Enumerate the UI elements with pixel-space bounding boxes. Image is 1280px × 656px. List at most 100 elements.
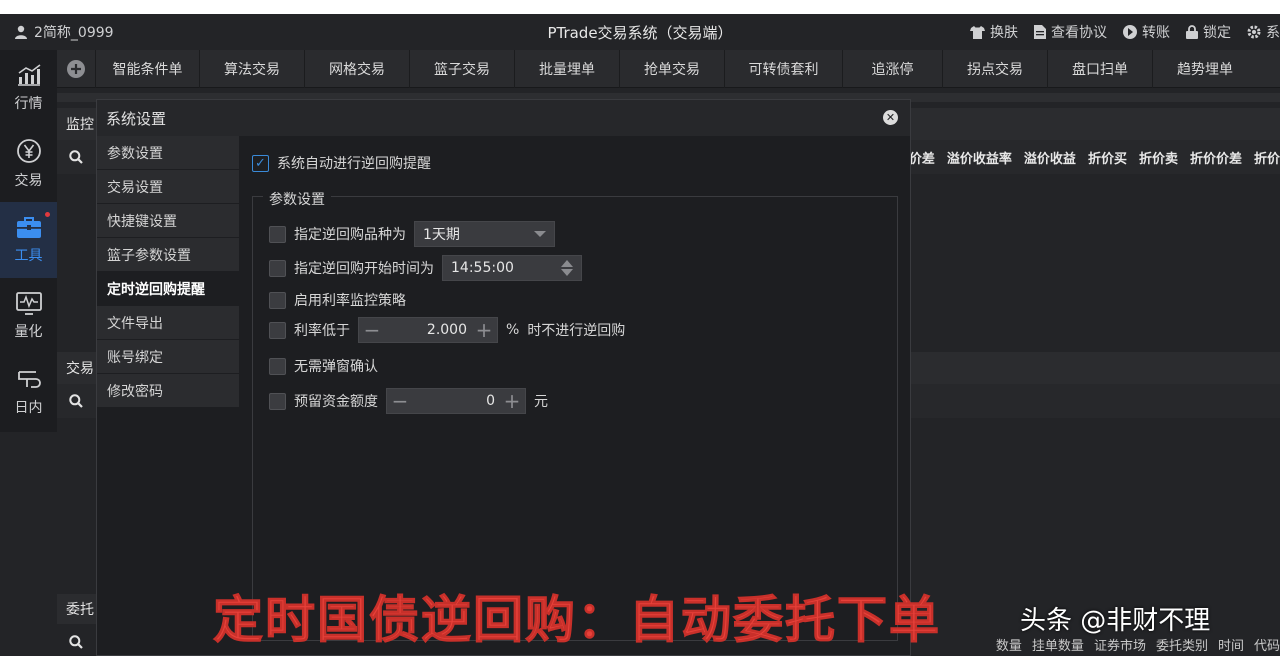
tab-convertible-arbitrage[interactable]: 可转债套利 (724, 49, 842, 88)
nav-item-tools[interactable]: 工具 (0, 202, 57, 278)
dialog-header: 系统设置 ✕ (97, 100, 910, 136)
column-header[interactable]: 数量 (996, 635, 1022, 654)
tab-trend-order[interactable]: 趋势埋单 (1152, 49, 1257, 88)
repo-type-select[interactable]: 1天期 (414, 221, 555, 247)
column-header[interactable]: 溢价收益 (1024, 148, 1076, 167)
left-nav: 行情 交易 工具 量化 日内 (0, 50, 57, 432)
reserve-checkbox[interactable] (269, 392, 286, 410)
column-header[interactable]: 委托类别 (1156, 635, 1208, 654)
tools-toolbar: 智能条件单 算法交易 网格交易 篮子交易 批量埋单 抢单交易 可转债套利 追涨停… (57, 49, 1280, 88)
auto-reverse-repo-checkbox[interactable]: ✓ (252, 154, 269, 172)
document-icon (1034, 25, 1046, 39)
params-group-title: 参数设置 (263, 189, 331, 209)
plus-circle-icon (67, 59, 85, 78)
title-actions: 换肤 查看协议 转账 锁定 系 (970, 14, 1280, 50)
tab-algo-trading[interactable]: 算法交易 (199, 49, 304, 88)
menu-item-trade[interactable]: 交易设置 (97, 170, 239, 204)
column-header[interactable]: 价差 (909, 148, 935, 167)
nav-item-market[interactable]: 行情 (0, 50, 57, 126)
yen-icon (16, 139, 41, 163)
tab-batch-order[interactable]: 批量埋单 (514, 49, 619, 88)
search-icon[interactable] (69, 635, 83, 649)
no-popup-row: 无需弹窗确认 (269, 356, 378, 376)
dialog-title: 系统设置 (106, 109, 167, 128)
view-agreement-button[interactable]: 查看协议 (1034, 22, 1107, 42)
tab-order-book-sweep[interactable]: 盘口扫单 (1047, 49, 1152, 88)
menu-item-account-binding[interactable]: 账号绑定 (97, 340, 239, 374)
intraday-icon (17, 371, 41, 388)
reserve-unit: 元 (534, 394, 548, 410)
menu-item-file-export[interactable]: 文件导出 (97, 306, 239, 340)
search-icon[interactable] (69, 150, 83, 164)
reserve-label: 预留资金额度 (294, 394, 378, 410)
tab-inflection-trading[interactable]: 拐点交易 (942, 49, 1047, 88)
reserve-stepper: − 0 + (386, 388, 526, 414)
plus-icon[interactable]: + (499, 389, 525, 413)
gear-icon (1247, 25, 1261, 39)
start-time-label: 指定逆回购开始时间为 (294, 261, 434, 277)
column-header[interactable]: 折价买 (1088, 148, 1127, 167)
tab-grid-trading[interactable]: 网格交易 (304, 49, 409, 88)
monitor-columns: 价差 溢价收益率 溢价收益 折价买 折价卖 折价价差 折价 (909, 140, 1280, 174)
nav-item-intraday[interactable]: 日内 (0, 354, 57, 430)
order-search-row (57, 628, 97, 656)
tab-rush-order[interactable]: 抢单交易 (619, 49, 724, 88)
repo-type-label: 指定逆回购品种为 (294, 227, 406, 243)
nav-item-trade[interactable]: 交易 (0, 126, 57, 202)
search-icon[interactable] (69, 394, 83, 408)
no-popup-label: 无需弹窗确认 (294, 359, 378, 375)
transfer-icon (1123, 25, 1137, 39)
auto-reverse-repo-label: 系统自动进行逆回购提醒 (277, 156, 431, 172)
start-time-input[interactable]: 14:55:00 (442, 255, 582, 281)
left-nav-filler (0, 432, 57, 656)
repo-type-row: 指定逆回购品种为 1天期 (269, 221, 555, 247)
column-header[interactable]: 证券市场 (1094, 635, 1146, 654)
rate-value[interactable]: 2.000 (385, 322, 471, 338)
skin-button[interactable]: 换肤 (970, 22, 1018, 42)
column-header[interactable]: 溢价收益率 (947, 148, 1012, 167)
no-popup-checkbox[interactable] (269, 357, 286, 375)
minus-icon[interactable]: − (387, 389, 413, 413)
rate-monitor-row: 启用利率监控策略 (269, 290, 406, 310)
column-header[interactable]: 折价卖 (1139, 148, 1178, 167)
title-bar: 2简称_0999 PTrade交易系统（交易端） 换肤 查看协议 转账 锁定 系 (0, 14, 1280, 50)
spinner-icon[interactable] (561, 260, 573, 276)
chevron-down-icon (534, 231, 546, 237)
repo-type-checkbox[interactable] (269, 225, 286, 243)
column-header[interactable]: 挂单数量 (1032, 635, 1084, 654)
start-time-row: 指定逆回购开始时间为 14:55:00 (269, 255, 582, 281)
tab-basket-trading[interactable]: 篮子交易 (409, 49, 514, 88)
rate-suffix: 时不进行逆回购 (527, 323, 626, 339)
menu-item-timed-reverse-repo[interactable]: 定时逆回购提醒 (97, 272, 239, 306)
menu-item-basket-params[interactable]: 篮子参数设置 (97, 238, 239, 272)
lock-button[interactable]: 锁定 (1186, 22, 1231, 42)
system-settings-dialog: 系统设置 ✕ 参数设置 交易设置 快捷键设置 篮子参数设置 定时逆回购提醒 文件… (96, 99, 911, 656)
start-time-checkbox[interactable] (269, 259, 286, 277)
column-header[interactable]: 时间 (1218, 635, 1244, 654)
transfer-button[interactable]: 转账 (1123, 22, 1170, 42)
reserve-value[interactable]: 0 (413, 393, 499, 409)
reserve-row: 预留资金额度 − 0 + 元 (269, 388, 548, 414)
close-icon[interactable]: ✕ (883, 110, 898, 125)
menu-item-change-password[interactable]: 修改密码 (97, 374, 239, 408)
system-button[interactable]: 系 (1247, 22, 1280, 42)
plus-icon[interactable]: + (471, 318, 497, 342)
rate-below-checkbox[interactable] (269, 321, 286, 339)
minus-icon[interactable]: − (359, 318, 385, 342)
column-header[interactable]: 代码 (1254, 635, 1280, 654)
rate-monitor-checkbox[interactable] (269, 291, 286, 309)
toolbox-icon (16, 217, 41, 238)
shirt-icon (970, 25, 985, 39)
column-header[interactable]: 折价价差 (1190, 148, 1242, 167)
rate-unit: % (506, 322, 520, 338)
auto-reverse-repo-row: ✓ 系统自动进行逆回购提醒 (252, 153, 431, 173)
lock-icon (1186, 25, 1198, 39)
add-tool-button[interactable] (57, 50, 95, 88)
tab-chase-limit-up[interactable]: 追涨停 (842, 49, 942, 88)
notification-dot (45, 212, 50, 217)
tab-smart-condition-order[interactable]: 智能条件单 (95, 49, 199, 88)
menu-item-hotkeys[interactable]: 快捷键设置 (97, 204, 239, 238)
column-header[interactable]: 折价 (1254, 148, 1280, 167)
nav-item-quant[interactable]: 量化 (0, 278, 57, 354)
menu-item-params[interactable]: 参数设置 (97, 136, 239, 170)
